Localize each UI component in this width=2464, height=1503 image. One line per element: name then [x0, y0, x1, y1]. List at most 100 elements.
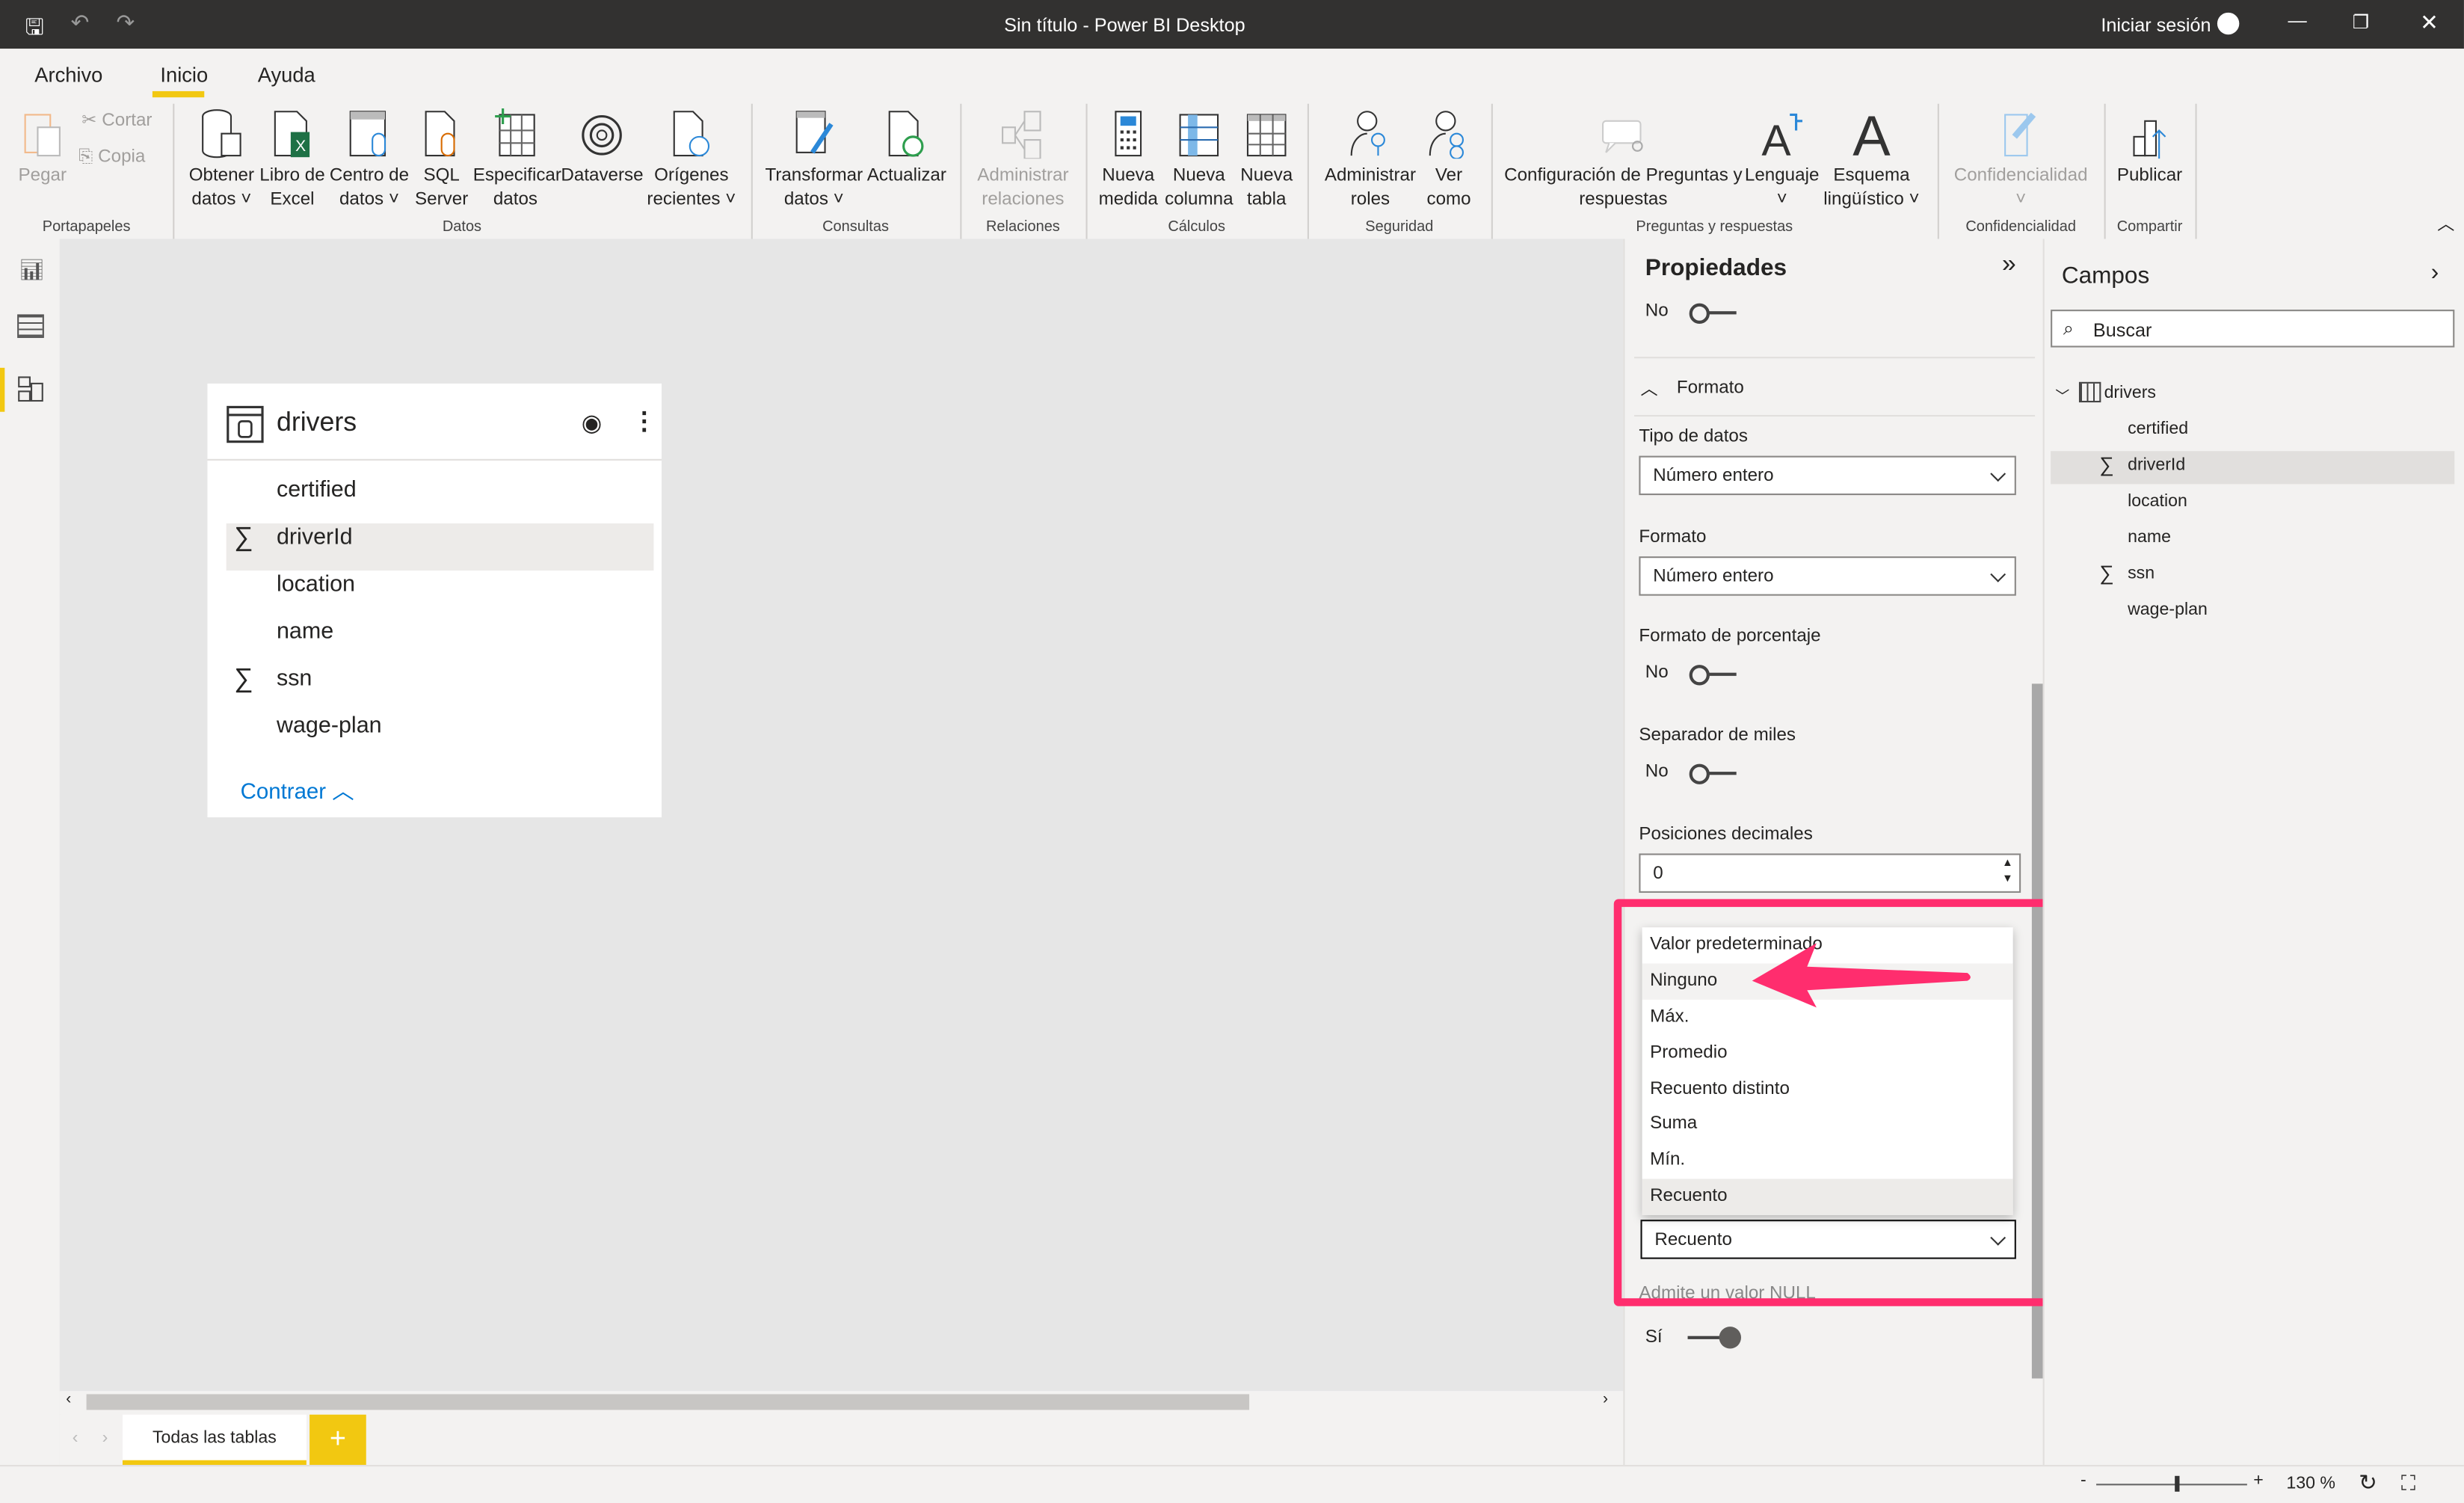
paste-button[interactable]: Pegar [13, 105, 73, 188]
fit-to-screen-icon[interactable]: ⛶ [2401, 1471, 2415, 1496]
data-view-icon[interactable] [17, 314, 44, 338]
view-switcher: 📊︎ [0, 239, 61, 1466]
refresh-button[interactable]: Actualizar [864, 105, 949, 188]
nullable-toggle[interactable] [1687, 1327, 1742, 1349]
visibility-eye-icon[interactable]: ◉ [582, 409, 603, 437]
language-button[interactable]: A Lenguaje ˅ [1744, 105, 1820, 212]
tab-archivo[interactable]: Archivo [34, 63, 102, 87]
manage-relationships-button[interactable]: Administrar relaciones [971, 105, 1075, 212]
table-card-title: drivers [276, 407, 357, 437]
excel-workbook-button[interactable]: X Libro de Excel [258, 105, 327, 212]
tab-ayuda[interactable]: Ayuda [258, 63, 315, 87]
fields-list-item[interactable]: certified [2128, 419, 2188, 438]
publish-button[interactable]: Publicar [2112, 105, 2187, 188]
transform-icon [764, 105, 865, 159]
fields-search-input[interactable]: ⌕ Buscar [2051, 310, 2455, 348]
recent-sources-button[interactable]: Orígenes recientes ˅ [644, 105, 739, 212]
data-type-select[interactable]: Número entero [1639, 455, 2016, 496]
tab-next-icon[interactable]: › [102, 1429, 108, 1448]
view-as-button[interactable]: Ver como [1420, 105, 1477, 212]
scroll-thumb[interactable] [86, 1394, 1250, 1410]
active-tab-indicator [152, 90, 205, 98]
top-toggle[interactable] [1689, 302, 1737, 325]
format-section-header[interactable]: Formato [1677, 379, 1744, 398]
undo-icon[interactable]: ↶ [71, 10, 90, 37]
data-hub-button[interactable]: Centro de datos ˅ [328, 105, 410, 212]
table-icon [227, 405, 264, 443]
table-card-field[interactable]: driverId [277, 525, 353, 550]
chevron-down-icon [1990, 566, 2006, 583]
table-card-field[interactable]: certified [277, 478, 357, 503]
close-icon[interactable]: ✕ [2420, 10, 2439, 37]
fields-list-item[interactable]: wage-plan [2128, 600, 2208, 619]
reset-zoom-icon[interactable]: ↻ [2359, 1469, 2377, 1496]
table-card-field[interactable]: ssn [277, 666, 312, 692]
qa-setup-button[interactable]: Configuración de Preguntas y respuestas [1503, 105, 1745, 212]
zoom-in-button[interactable]: + [2253, 1471, 2264, 1490]
redo-icon[interactable]: ↷ [117, 10, 135, 37]
relationships-icon [971, 105, 1075, 159]
collapse-link[interactable]: Contraer ︿ [241, 775, 354, 806]
enter-data-button[interactable]: Especificar datos [473, 105, 561, 212]
thousands-toggle[interactable] [1689, 762, 1737, 784]
properties-title: Propiedades [1645, 254, 1787, 282]
sql-server-icon [413, 105, 470, 159]
table-card-field[interactable]: wage-plan [277, 713, 382, 739]
sign-in-link[interactable]: Iniciar sesión [2101, 14, 2211, 36]
linguistic-schema-button[interactable]: A Esquema lingüístico ˅ [1820, 105, 1924, 212]
zoom-slider-thumb[interactable] [2175, 1475, 2180, 1492]
expand-pane-icon[interactable]: › [2431, 259, 2439, 286]
minimize-icon[interactable]: — [2288, 10, 2307, 31]
table-card-drivers[interactable]: drivers ◉ ⋮ certified ∑ driverId location na… [207, 383, 662, 818]
copy-button[interactable]: ⎘ Copia [78, 146, 145, 170]
window-title: Sin título - Power BI Desktop [1004, 13, 1245, 37]
manage-roles-button[interactable]: Administrar roles [1320, 105, 1421, 212]
tab-all-tables[interactable]: Todas las tablas [122, 1414, 307, 1466]
fields-list-item[interactable]: name [2128, 528, 2171, 547]
fields-list-item[interactable]: ssn [2128, 565, 2155, 583]
zoom-slider[interactable] [2096, 1484, 2247, 1486]
new-measure-button[interactable]: Nueva medida [1097, 105, 1159, 212]
database-table-icon [185, 105, 258, 159]
restore-icon[interactable]: ❐ [2353, 11, 2370, 33]
format-select[interactable]: Número entero [1639, 556, 2016, 596]
report-view-icon[interactable]: 📊︎ [19, 258, 45, 283]
horizontal-scrollbar[interactable]: ‹ › [59, 1391, 1624, 1415]
svg-text:A: A [1761, 117, 1791, 159]
annotation-arrow-icon [1752, 943, 1971, 1008]
dataverse-button[interactable]: Dataverse [561, 105, 644, 188]
collapse-ribbon-icon[interactable]: ︿ [2437, 211, 2454, 236]
view-as-icon [1420, 105, 1477, 159]
active-view-indicator [0, 367, 5, 412]
table-card-field[interactable]: location [277, 572, 355, 597]
fields-list-item[interactable]: location [2128, 492, 2187, 511]
model-view-icon[interactable] [17, 375, 44, 402]
transform-data-button[interactable]: Transformar datos ˅ [764, 105, 865, 212]
sensitivity-button[interactable]: Confidencialidad ˅ [1948, 105, 2092, 212]
percent-toggle[interactable] [1689, 663, 1737, 686]
new-table-button[interactable]: Nueva tabla [1235, 105, 1298, 212]
cut-button[interactable]: ✂ Cortar [81, 110, 152, 134]
chevron-down-icon[interactable]: ﹀ [2055, 385, 2069, 405]
save-icon[interactable]: 🖫 [25, 11, 44, 49]
collapse-pane-icon[interactable]: » [2002, 251, 2016, 280]
fields-list-item[interactable]: driverId [2128, 456, 2185, 475]
zoom-level: 130 % [2286, 1474, 2335, 1493]
fields-pane: Campos › ⌕ Buscar ﹀ drivers certified ∑ dri… [2042, 239, 2464, 1466]
zoom-out-button[interactable]: - [2080, 1471, 2086, 1490]
add-layout-button[interactable]: + [309, 1414, 366, 1466]
tab-inicio[interactable]: Inicio [160, 63, 208, 87]
chevron-up-icon[interactable]: ︿ [1640, 375, 1657, 401]
title-bar: 🖫 ↶ ↷ Sin título - Power BI Desktop Inic… [0, 0, 2464, 49]
avatar[interactable] [2217, 12, 2240, 35]
tab-prev-icon[interactable]: ‹ [73, 1429, 78, 1448]
sql-server-button[interactable]: SQL Server [413, 105, 470, 212]
get-data-button[interactable]: Obtener datos ˅ [185, 105, 258, 212]
new-column-button[interactable]: Nueva columna [1162, 105, 1235, 212]
fields-table-drivers[interactable]: drivers [2104, 384, 2156, 402]
ribbon: Pegar ✂ Cortar ⎘ Copia Portapapeles Obte… [0, 97, 2464, 241]
more-options-icon[interactable]: ⋮ [632, 405, 657, 437]
decimal-places-input[interactable]: 0 ▲ ▼ [1639, 853, 2021, 893]
table-card-field[interactable]: name [277, 619, 333, 645]
refresh-icon [864, 105, 949, 159]
